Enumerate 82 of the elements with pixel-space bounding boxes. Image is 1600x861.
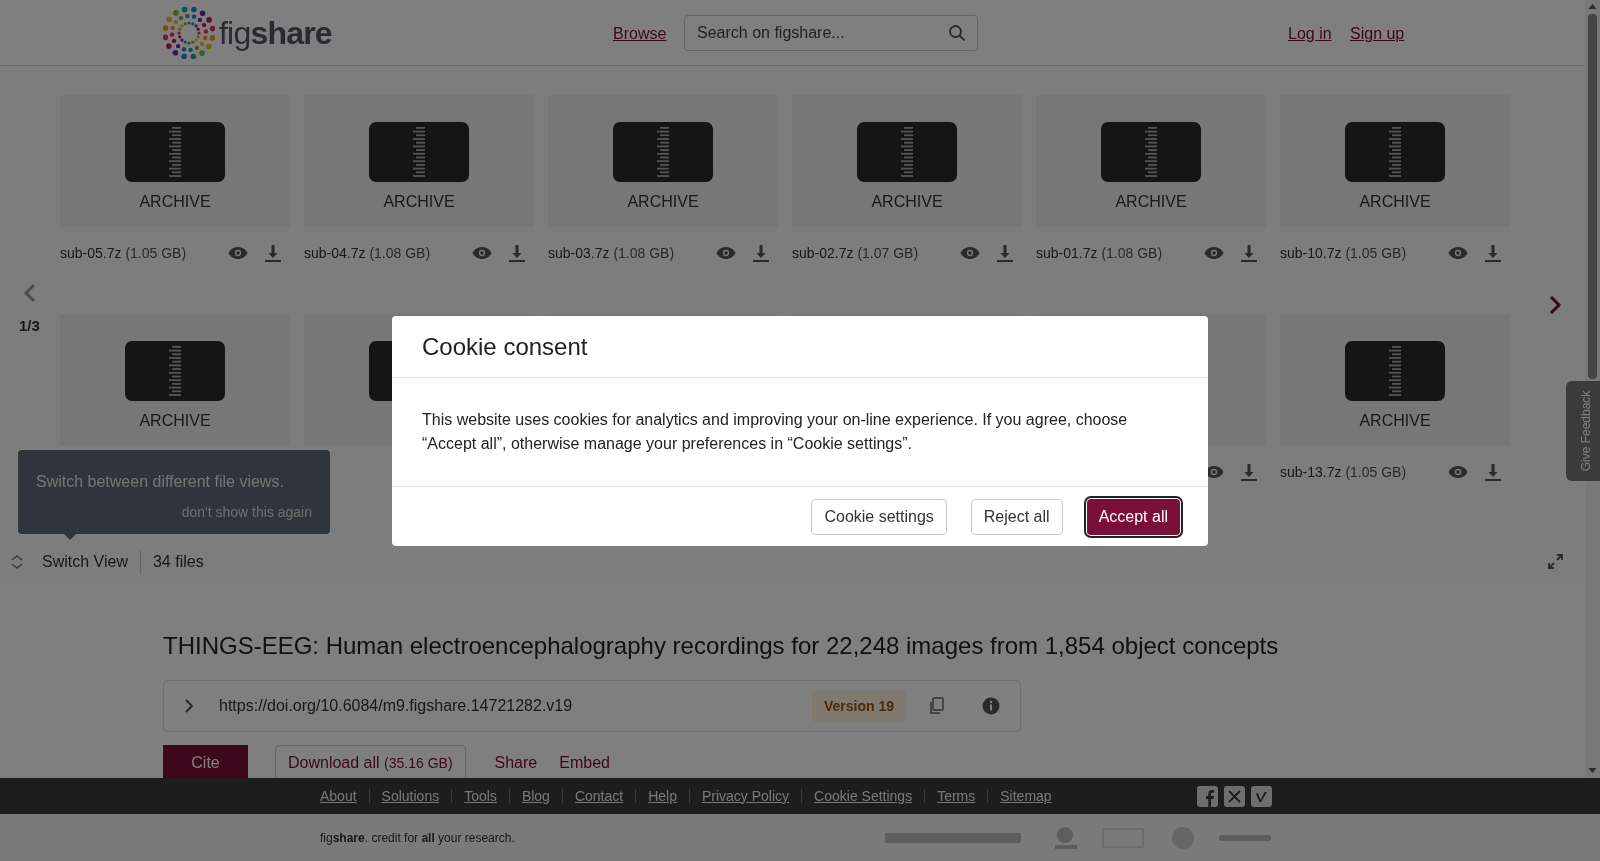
- browse-link[interactable]: Browse: [613, 22, 667, 46]
- file-card[interactable]: ARCHIVE: [304, 95, 534, 227]
- switch-view-button[interactable]: Switch View: [42, 550, 141, 574]
- archive-icon: [613, 122, 713, 182]
- footer-link[interactable]: Terms: [937, 785, 976, 807]
- dialog-button[interactable]: Reject all: [970, 498, 1063, 535]
- file-card[interactable]: ARCHIVE: [792, 95, 1022, 227]
- footer-link[interactable]: Help: [648, 785, 677, 807]
- file-name[interactable]: sub-13.7z (1.05 GB): [1280, 461, 1407, 483]
- dismiss-link[interactable]: don't show this again: [181, 502, 312, 523]
- facebook-icon[interactable]: [1196, 785, 1218, 807]
- archive-icon: [125, 122, 225, 182]
- download-icon[interactable]: [1484, 463, 1502, 481]
- copy-icon[interactable]: [928, 697, 944, 715]
- footer-link[interactable]: Privacy Policy: [701, 785, 790, 807]
- archive-icon: [1101, 122, 1201, 182]
- file-name[interactable]: sub-04.7z (1.08 GB): [304, 242, 431, 264]
- footer-link[interactable]: Cookie Settings: [814, 785, 913, 807]
- page-indicator: 1/3: [19, 316, 40, 336]
- chevron-right-icon[interactable]: [184, 698, 194, 714]
- cite-button[interactable]: Cite: [163, 745, 248, 781]
- archive-icon: [857, 122, 957, 182]
- footer-link[interactable]: Sitemap: [1000, 785, 1052, 807]
- download-icon[interactable]: [1240, 463, 1258, 481]
- switch-view-icon[interactable]: [10, 554, 24, 570]
- file-name[interactable]: sub-03.7z (1.08 GB): [548, 242, 675, 264]
- file-type-label: ARCHIVE: [1115, 192, 1187, 212]
- download-icon[interactable]: [752, 244, 770, 262]
- file-type-label: ARCHIVE: [139, 192, 211, 212]
- download-icon[interactable]: [264, 244, 282, 262]
- vimeo-icon[interactable]: [1250, 785, 1272, 807]
- search-icon[interactable]: [948, 24, 966, 42]
- file-type-label: ARCHIVE: [1359, 192, 1431, 212]
- file-card[interactable]: ARCHIVE: [1036, 95, 1266, 227]
- info-icon[interactable]: [982, 697, 1000, 715]
- dialog-button[interactable]: Cookie settings: [811, 498, 947, 535]
- file-name[interactable]: sub-05.7z (1.05 GB): [60, 242, 187, 264]
- file-count: 34 files: [152, 552, 204, 572]
- download-icon[interactable]: [1240, 244, 1258, 262]
- file-name[interactable]: sub-01.7z (1.08 GB): [1036, 242, 1163, 264]
- search-field[interactable]: Search on figshare...: [684, 15, 978, 51]
- download-icon[interactable]: [996, 244, 1014, 262]
- file-name[interactable]: sub-10.7z (1.05 GB): [1280, 242, 1407, 264]
- file-card[interactable]: ARCHIVE: [60, 314, 290, 446]
- file-card[interactable]: ARCHIVE: [548, 95, 778, 227]
- embed-link[interactable]: Embed: [559, 751, 610, 775]
- login-link[interactable]: Log in: [1288, 22, 1332, 46]
- footer-tagline: figshare. credit for all your research.: [320, 829, 515, 847]
- tooltip-text: Switch between different file views.: [36, 472, 284, 492]
- footer-link[interactable]: Blog: [521, 785, 550, 807]
- download-icon[interactable]: [508, 244, 526, 262]
- article-title: THINGS-EEG: Human electroencephalography recordings for 22,248 images from 1,854 object concepts: [163, 631, 1280, 661]
- dialog-title: Cookie consent: [422, 331, 588, 362]
- logo-wordmark[interactable]: figshare: [219, 17, 332, 49]
- file-type-label: ARCHIVE: [1359, 411, 1431, 431]
- doi-link[interactable]: https://doi.org/10.6084/m9.figshare.14721282.v19: [219, 694, 812, 718]
- signup-link[interactable]: Sign up: [1350, 22, 1405, 46]
- file-type-label: ARCHIVE: [871, 192, 943, 212]
- accept-button[interactable]: Accept all: [1086, 498, 1180, 535]
- logo-icon[interactable]: [163, 7, 215, 59]
- file-card[interactable]: ARCHIVE: [1280, 314, 1510, 446]
- file-card[interactable]: ARCHIVE: [1280, 95, 1510, 227]
- x-icon[interactable]: [1223, 785, 1245, 807]
- file-name[interactable]: sub-02.7z (1.07 GB): [792, 242, 919, 264]
- footer-link[interactable]: Tools: [464, 785, 497, 807]
- footer-link[interactable]: Contact: [574, 785, 624, 807]
- archive-icon: [369, 122, 469, 182]
- fullscreen-icon[interactable]: [1548, 554, 1563, 569]
- file-card[interactable]: ARCHIVE: [60, 95, 290, 227]
- dialog-message: This website uses cookies for analytics and improving your on-line experience. If you agree, choose “Accept all”, otherwise manage your preferences in “Cookie settings”.: [422, 410, 1129, 454]
- share-link[interactable]: Share: [494, 751, 538, 775]
- archive-icon: [125, 341, 225, 401]
- footer-link[interactable]: Solutions: [381, 785, 440, 807]
- file-type-label: ARCHIVE: [383, 192, 455, 212]
- download-icon[interactable]: [1484, 244, 1502, 262]
- file-type-label: ARCHIVE: [139, 411, 211, 431]
- version-badge: Version 19: [811, 690, 906, 722]
- archive-icon: [1345, 122, 1445, 182]
- file-type-label: ARCHIVE: [627, 192, 699, 212]
- footer-link[interactable]: About: [320, 785, 357, 807]
- feedback-tab[interactable]: Give Feedback: [1566, 381, 1600, 481]
- archive-icon: [1345, 341, 1445, 401]
